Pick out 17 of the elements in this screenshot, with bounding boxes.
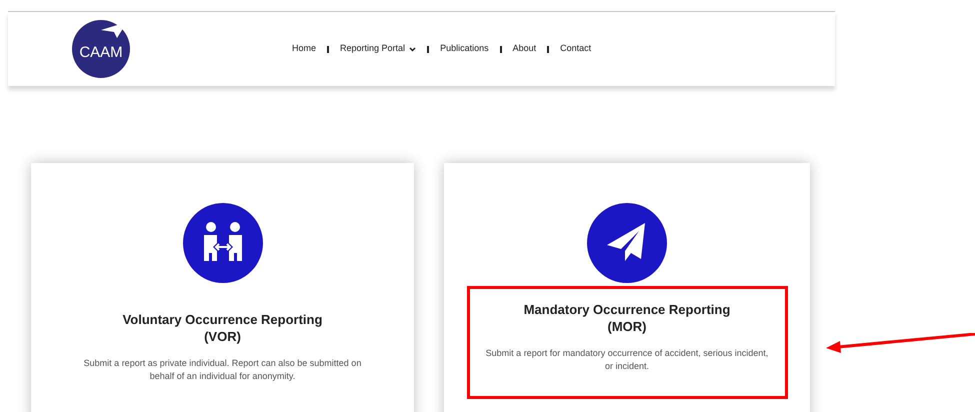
nav-link[interactable]: Home [292, 42, 316, 56]
nav-link[interactable]: Reporting Portal [340, 42, 416, 56]
card-abbreviation: (MOR) [608, 318, 646, 335]
nav-link[interactable]: Contact [560, 42, 592, 56]
logo-text: CAAM [79, 42, 123, 63]
nav-link[interactable]: About [512, 42, 536, 56]
card-description: Submit a report as private individual. Report can also be submitted on behalf of an individual for anonymity. [82, 357, 362, 383]
people-exchange-icon [182, 203, 262, 283]
card-title: Mandatory Occurrence Reporting [524, 301, 730, 318]
logo[interactable]: CAAM [72, 20, 130, 78]
card-description: Submit a report for mandatory occurrence of accident, serious incident, or incident. [484, 347, 770, 373]
card-title: Voluntary Occurrence Reporting [122, 311, 322, 328]
report-card[interactable]: Voluntary Occurrence Reporting (VOR) Submit a report as private individual. Report can also be submitted on behalf of an individual for anonymity. [31, 163, 414, 412]
report-card[interactable]: Mandatory Occurrence Reporting (MOR) Submit a report for mandatory occurrence of accident, serious incident, or incident. [444, 163, 810, 412]
card-abbreviation: (VOR) [204, 328, 241, 345]
nav-link[interactable]: Publications [440, 42, 489, 56]
paper-plane-icon [587, 203, 667, 283]
